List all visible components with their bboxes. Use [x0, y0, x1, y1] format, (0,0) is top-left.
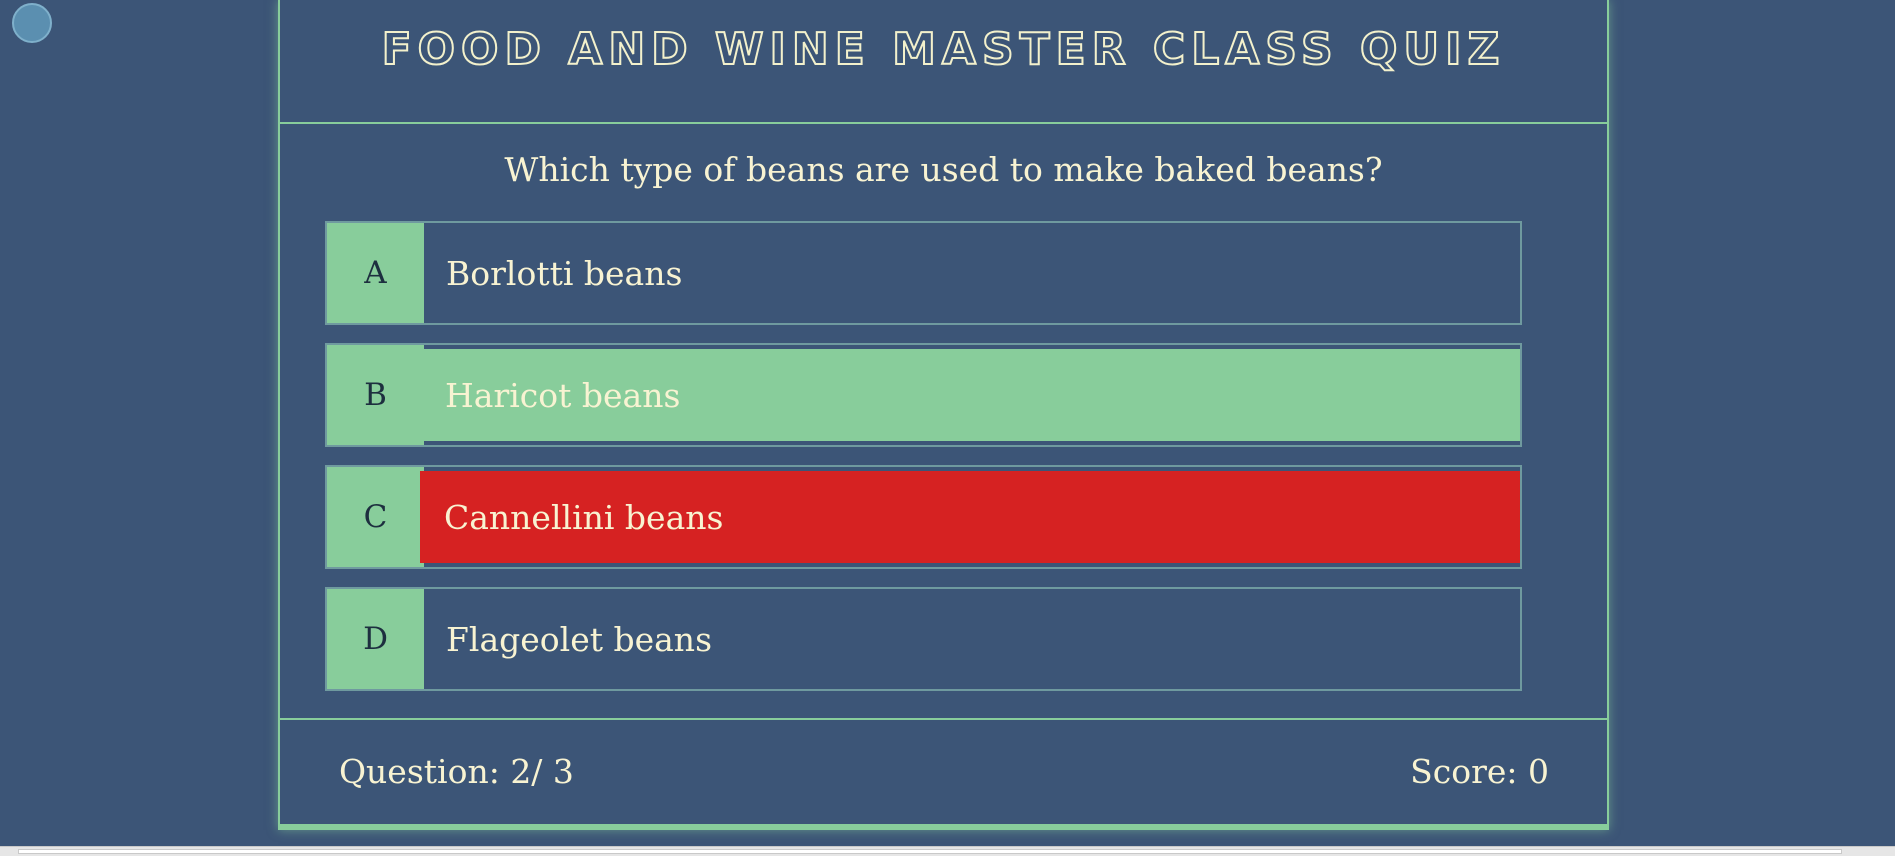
answer-option-c[interactable]: C Cannellini beans	[325, 465, 1522, 569]
answer-letter-d: D	[327, 589, 424, 689]
answer-letter-c: C	[327, 467, 424, 567]
scrollbar-thumb[interactable]	[18, 849, 1842, 854]
answer-text-d: Flageolet beans	[446, 619, 712, 659]
quiz-title: Food and Wine Master Class Quiz	[381, 23, 1506, 76]
answer-letter-b: B	[327, 345, 424, 445]
answer-option-a[interactable]: A Borlotti beans	[325, 221, 1522, 325]
question-progress: Question: 2/ 3	[339, 752, 574, 791]
score-display: Score: 0	[1410, 752, 1549, 791]
answer-text-b: Haricot beans	[445, 375, 681, 415]
horizontal-scrollbar[interactable]	[0, 846, 1895, 856]
answer-text-c: Cannellini beans	[444, 497, 724, 537]
taskbar-circle-icon	[12, 3, 52, 43]
answer-text-a: Borlotti beans	[446, 253, 683, 293]
answer-letter-a: A	[327, 223, 424, 323]
quiz-footer: Question: 2/ 3 Score: 0	[280, 718, 1607, 824]
question-text: Which type of beans are used to make bak…	[504, 150, 1383, 189]
quiz-card: Food and Wine Master Class Quiz Which ty…	[278, 0, 1609, 830]
answer-option-d[interactable]: D Flageolet beans	[325, 587, 1522, 691]
answer-option-b[interactable]: B Haricot beans	[325, 343, 1522, 447]
quiz-header: Food and Wine Master Class Quiz	[280, 0, 1607, 124]
